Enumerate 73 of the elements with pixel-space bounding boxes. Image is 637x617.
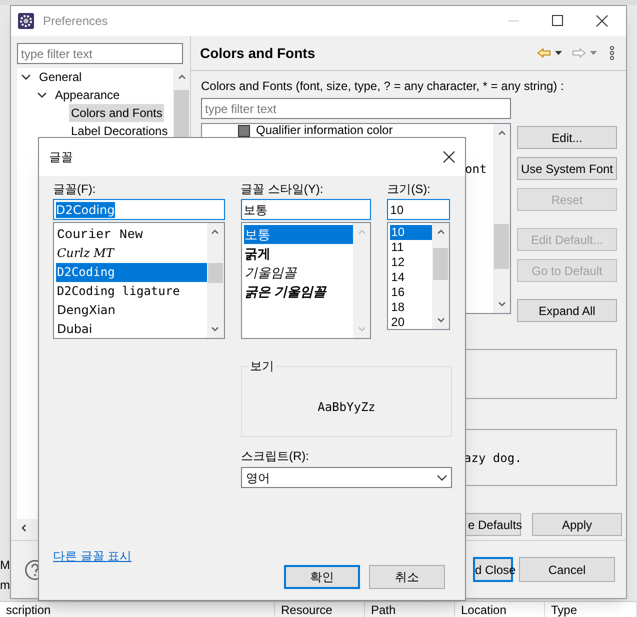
column-header[interactable]: scription bbox=[0, 602, 275, 617]
list-item[interactable]: 11 bbox=[390, 240, 432, 255]
field-label: 글꼴 스타일(Y): bbox=[240, 181, 324, 198]
list-item[interactable]: 12 bbox=[390, 255, 432, 270]
gear-icon bbox=[17, 12, 35, 30]
filter-field[interactable]: type filter text bbox=[17, 43, 183, 64]
side-button[interactable]: Expand All bbox=[517, 299, 617, 322]
dialog-title: 글꼴 bbox=[49, 149, 73, 166]
text-field[interactable]: 10 bbox=[387, 199, 450, 220]
group-label: 보기 bbox=[248, 358, 276, 374]
list-item[interactable]: D2Coding bbox=[56, 263, 207, 282]
side-button[interactable]: Use System Font bbox=[517, 157, 617, 180]
dropdown-icon bbox=[590, 51, 597, 55]
scroll-thumb[interactable] bbox=[208, 263, 223, 283]
list-item[interactable]: 18 bbox=[390, 300, 432, 315]
list-item[interactable]: 10 bbox=[390, 225, 432, 240]
scrollbar[interactable] bbox=[432, 223, 449, 329]
page-button[interactable]: Apply bbox=[532, 513, 622, 536]
list-item[interactable]: 보통 bbox=[244, 225, 354, 244]
field-label: 글꼴(F): bbox=[53, 181, 97, 198]
field-label: 스크립트(R): bbox=[241, 448, 310, 464]
chevron-down-icon bbox=[437, 474, 447, 480]
scrollbar[interactable] bbox=[353, 223, 370, 338]
partial-text: m bbox=[0, 578, 10, 592]
partial-text: M bbox=[0, 558, 10, 572]
list-item[interactable]: 굵게 bbox=[244, 244, 354, 263]
scroll-thumb[interactable] bbox=[494, 224, 509, 269]
theme-item[interactable]: ont bbox=[465, 162, 487, 176]
dialog-button[interactable]: 취소 bbox=[369, 565, 445, 589]
tree-item[interactable]: General bbox=[37, 68, 84, 86]
dropdown-icon bbox=[555, 51, 562, 55]
text-field[interactable]: 보통 bbox=[240, 199, 372, 220]
tree-item[interactable]: Label Decorations bbox=[69, 122, 170, 140]
back-arrow-icon bbox=[537, 48, 551, 58]
forward-arrow-icon bbox=[572, 48, 586, 58]
column-header[interactable]: Type bbox=[545, 602, 637, 617]
filter-field[interactable]: type filter text bbox=[201, 98, 511, 119]
column-header[interactable]: Resource bbox=[275, 602, 365, 617]
page-button[interactable]: e Defaults bbox=[465, 513, 521, 536]
color-swatch-icon bbox=[238, 124, 250, 136]
text-field[interactable]: D2Coding bbox=[53, 199, 225, 220]
list-item[interactable]: DengXian bbox=[56, 301, 207, 320]
list-item[interactable]: Courier New bbox=[56, 225, 207, 244]
more-icon bbox=[609, 46, 615, 60]
column-header[interactable]: Location bbox=[455, 602, 545, 617]
side-button[interactable]: Edit... bbox=[517, 126, 617, 149]
script-dropdown[interactable]: 영어 bbox=[241, 467, 452, 488]
sample-text: AaBbYyZz bbox=[318, 398, 376, 416]
window-title: Preferences bbox=[43, 13, 108, 30]
dialog-button[interactable]: 확인 bbox=[284, 565, 360, 589]
more-fonts-link[interactable]: 다른 글꼴 표시 bbox=[53, 548, 132, 564]
list-item[interactable]: 기울임꼴 bbox=[244, 263, 354, 282]
field-label: 크기(S): bbox=[387, 181, 432, 198]
scroll-thumb[interactable] bbox=[433, 248, 448, 280]
list-item[interactable]: 굵은 기울임꼴 bbox=[244, 282, 354, 301]
description-text: Colors and Fonts (font, size, type, ? = any character, * = any string) : bbox=[201, 79, 565, 94]
list-item[interactable]: Curlz MT bbox=[56, 244, 207, 263]
theme-item[interactable]: Qualifier information color bbox=[256, 124, 393, 137]
list-item[interactable]: 14 bbox=[390, 270, 432, 285]
close-icon bbox=[596, 15, 608, 27]
maximize-icon bbox=[552, 15, 564, 27]
close-icon bbox=[443, 151, 455, 163]
scrollbar[interactable] bbox=[493, 124, 510, 313]
list-item[interactable]: 20 bbox=[390, 315, 432, 330]
dialog-button[interactable]: Cancel bbox=[519, 557, 615, 582]
list-item[interactable]: 16 bbox=[390, 285, 432, 300]
scrollbar[interactable] bbox=[206, 223, 224, 338]
tree-item[interactable]: Colors and Fonts bbox=[69, 104, 164, 122]
list-item[interactable]: Dubai bbox=[56, 320, 207, 339]
column-header[interactable]: Path bbox=[365, 602, 455, 617]
tree-item[interactable]: Appearance bbox=[53, 86, 122, 104]
list-item[interactable]: D2Coding ligature bbox=[56, 282, 207, 301]
page-title: Colors and Fonts bbox=[200, 44, 316, 62]
